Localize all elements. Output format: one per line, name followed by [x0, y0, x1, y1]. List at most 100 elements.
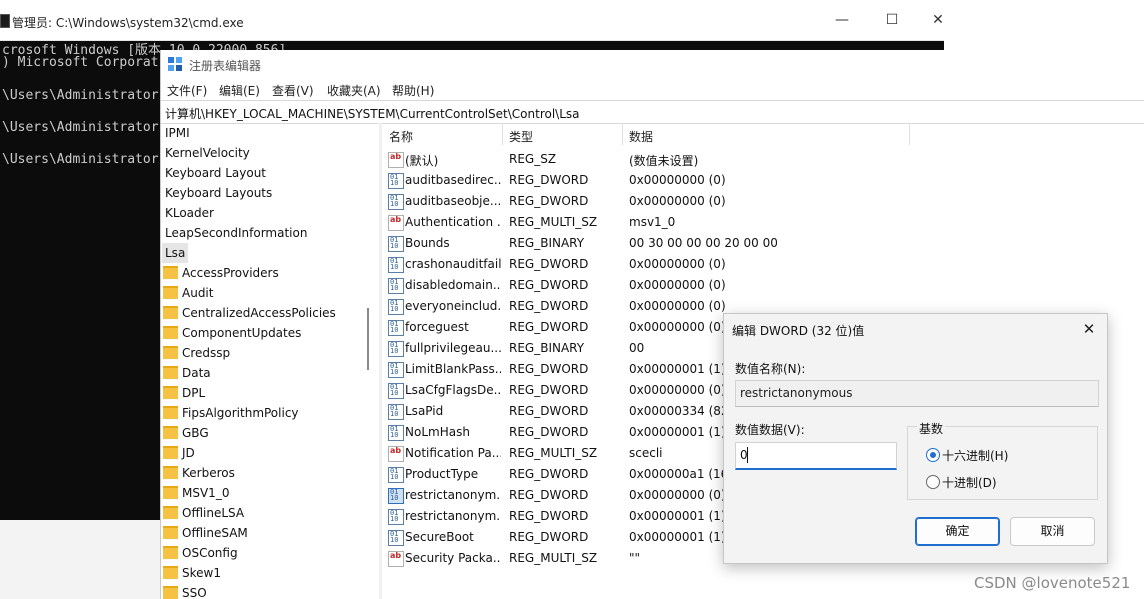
tree-item-label: OSConfig — [182, 546, 238, 560]
tree-item[interactable]: ComponentUpdates — [163, 323, 301, 343]
tree-item[interactable]: Credssp — [163, 343, 230, 363]
value-name: LsaPid — [405, 404, 444, 418]
folder-icon — [163, 566, 178, 579]
maximize-button[interactable]: ☐ — [874, 8, 910, 32]
value-name: auditbasedirec... — [405, 173, 501, 187]
value-row[interactable]: ab (默认) REG_SZ (数值未设置) — [382, 149, 1144, 170]
menu-edit[interactable]: 编辑(E) — [219, 82, 260, 99]
value-data: 00 — [629, 341, 645, 355]
address-bar[interactable]: 计算机\HKEY_LOCAL_MACHINE\SYSTEM\CurrentCon… — [161, 100, 1144, 124]
tree-item[interactable]: FipsAlgorithmPolicy — [163, 403, 299, 423]
column-header-type[interactable]: 类型 — [509, 128, 533, 145]
edit-dword-dialog: 编辑 DWORD (32 位)值 ✕ 数值名称(N): restrictanon… — [723, 313, 1108, 564]
value-type: REG_DWORD — [509, 425, 589, 439]
value-name: crashonauditfail — [405, 257, 501, 271]
menu-file[interactable]: 文件(F) — [167, 82, 207, 99]
tree-scrollbar[interactable] — [367, 308, 369, 370]
tree-item[interactable]: GBG — [163, 423, 209, 443]
binary-value-icon: 01 10 — [388, 509, 404, 525]
tree-item-keyboard-layout[interactable]: Keyboard Layout — [165, 163, 266, 183]
menu-view[interactable]: 查看(V) — [272, 82, 314, 99]
tree-item[interactable]: Skew1 — [163, 563, 221, 583]
value-data: 0x00000000 (0) — [629, 299, 726, 313]
value-type: REG_DWORD — [509, 299, 589, 313]
tree-item-leapsecondinformation[interactable]: LeapSecondInformation — [165, 223, 307, 243]
value-type: REG_SZ — [509, 152, 557, 166]
tree-item[interactable]: Data — [163, 363, 211, 383]
tree-item[interactable]: Audit — [163, 283, 213, 303]
base-label: 基数 — [917, 420, 946, 437]
radio-hex-label[interactable]: 十六进制(H) — [942, 447, 1008, 464]
folder-icon — [163, 266, 178, 279]
value-name: auditbaseobje... — [405, 194, 501, 208]
value-data: 0x00000001 (1) — [629, 425, 726, 439]
value-name: Bounds — [405, 236, 450, 250]
tree-item[interactable]: CentralizedAccessPolicies — [163, 303, 336, 323]
value-data: 0x00000000 (0) — [629, 488, 726, 502]
tree-item[interactable]: DPL — [163, 383, 205, 403]
cmd-output-line: \Users\Administrator — [2, 88, 159, 103]
radio-dec-label[interactable]: 十进制(D) — [942, 474, 997, 491]
folder-icon — [163, 406, 178, 419]
folder-icon — [163, 306, 178, 319]
cancel-button[interactable]: 取消 — [1010, 517, 1095, 546]
binary-value-icon: 01 10 — [388, 404, 404, 420]
tree-item[interactable]: AccessProviders — [163, 263, 279, 283]
value-type: REG_BINARY — [509, 236, 585, 250]
tree-item[interactable]: Kerberos — [163, 463, 235, 483]
tree-item[interactable]: SSO — [163, 583, 207, 599]
minimize-button[interactable]: — — [824, 8, 860, 32]
tree-item[interactable]: OfflineLSA — [163, 503, 244, 523]
tree-item-kloader[interactable]: KLoader — [165, 203, 214, 223]
value-type: REG_DWORD — [509, 530, 589, 544]
menu-bar: 文件(F) 编辑(E) 查看(V) 收藏夹(A) 帮助(H) — [161, 78, 1144, 100]
folder-icon — [163, 326, 178, 339]
column-header-data[interactable]: 数据 — [629, 128, 653, 145]
value-data-input[interactable]: 0 — [735, 442, 897, 470]
value-data: 0x00000000 (0) — [629, 278, 726, 292]
regedit-title-bar[interactable]: 注册表编辑器 — [161, 50, 1144, 78]
value-name: ProductType — [405, 467, 479, 481]
close-button[interactable]: ✕ — [920, 8, 956, 32]
dialog-close-button[interactable]: ✕ — [1077, 318, 1101, 340]
binary-value-icon: 01 10 — [388, 173, 404, 189]
value-row[interactable]: 01 10 Bounds REG_BINARY 00 30 00 00 00 20 00… — [382, 233, 1144, 254]
value-type: REG_DWORD — [509, 194, 589, 208]
value-row[interactable]: 01 10 auditbaseobje... REG_DWORD 0x00000000 … — [382, 191, 1144, 212]
watermark: CSDN @lovenote521 — [974, 574, 1131, 592]
tree-item[interactable]: MSV1_0 — [163, 483, 229, 503]
value-row[interactable]: 01 10 crashonauditfail REG_DWORD 0x00000000 … — [382, 254, 1144, 275]
menu-help[interactable]: 帮助(H) — [392, 82, 434, 99]
value-row[interactable]: 01 10 disabledomain... REG_DWORD 0x00000000 … — [382, 275, 1144, 296]
tree-item[interactable]: JD — [163, 443, 195, 463]
cmd-title-bar[interactable]: 管理员: C:\Windows\system32\cmd.exe — ☐ ✕ — [0, 0, 962, 41]
column-header-name[interactable]: 名称 — [389, 128, 413, 145]
tree-item-keyboard-layouts[interactable]: Keyboard Layouts — [165, 183, 272, 203]
value-row[interactable]: 01 10 auditbasedirec... REG_DWORD 0x00000000… — [382, 170, 1144, 191]
tree-item-ipmi[interactable]: IPMI — [165, 123, 190, 143]
folder-icon — [163, 586, 178, 599]
column-divider[interactable] — [502, 123, 503, 145]
value-data-label: 数值数据(V): — [735, 423, 805, 437]
value-row[interactable]: ab Authentication ... REG_MULTI_SZ msv1_0 — [382, 212, 1144, 233]
column-divider[interactable] — [909, 123, 910, 145]
tree-item-label: JD — [182, 446, 195, 460]
folder-icon — [163, 486, 178, 499]
tree-item[interactable]: OSConfig — [163, 543, 238, 563]
binary-value-icon: 01 10 — [388, 467, 404, 483]
ok-button[interactable]: 确定 — [915, 517, 1000, 546]
value-type: REG_DWORD — [509, 509, 589, 523]
tree-item-kernelvelocity[interactable]: KernelVelocity — [165, 143, 250, 163]
menu-favorites[interactable]: 收藏夹(A) — [327, 82, 381, 99]
value-data: 0x000000a1 (161 — [629, 467, 736, 481]
tree-item[interactable]: OfflineSAM — [163, 523, 248, 543]
radio-dec[interactable] — [926, 475, 940, 489]
column-divider[interactable] — [622, 123, 623, 145]
folder-icon — [163, 446, 178, 459]
value-data: 0x00000001 (1) — [629, 530, 726, 544]
binary-value-icon: 01 10 — [388, 425, 404, 441]
tree-item-lsa[interactable]: Lsa — [162, 243, 189, 263]
value-data: "" — [629, 551, 641, 565]
value-type: REG_DWORD — [509, 404, 589, 418]
radio-hex[interactable] — [926, 448, 940, 462]
